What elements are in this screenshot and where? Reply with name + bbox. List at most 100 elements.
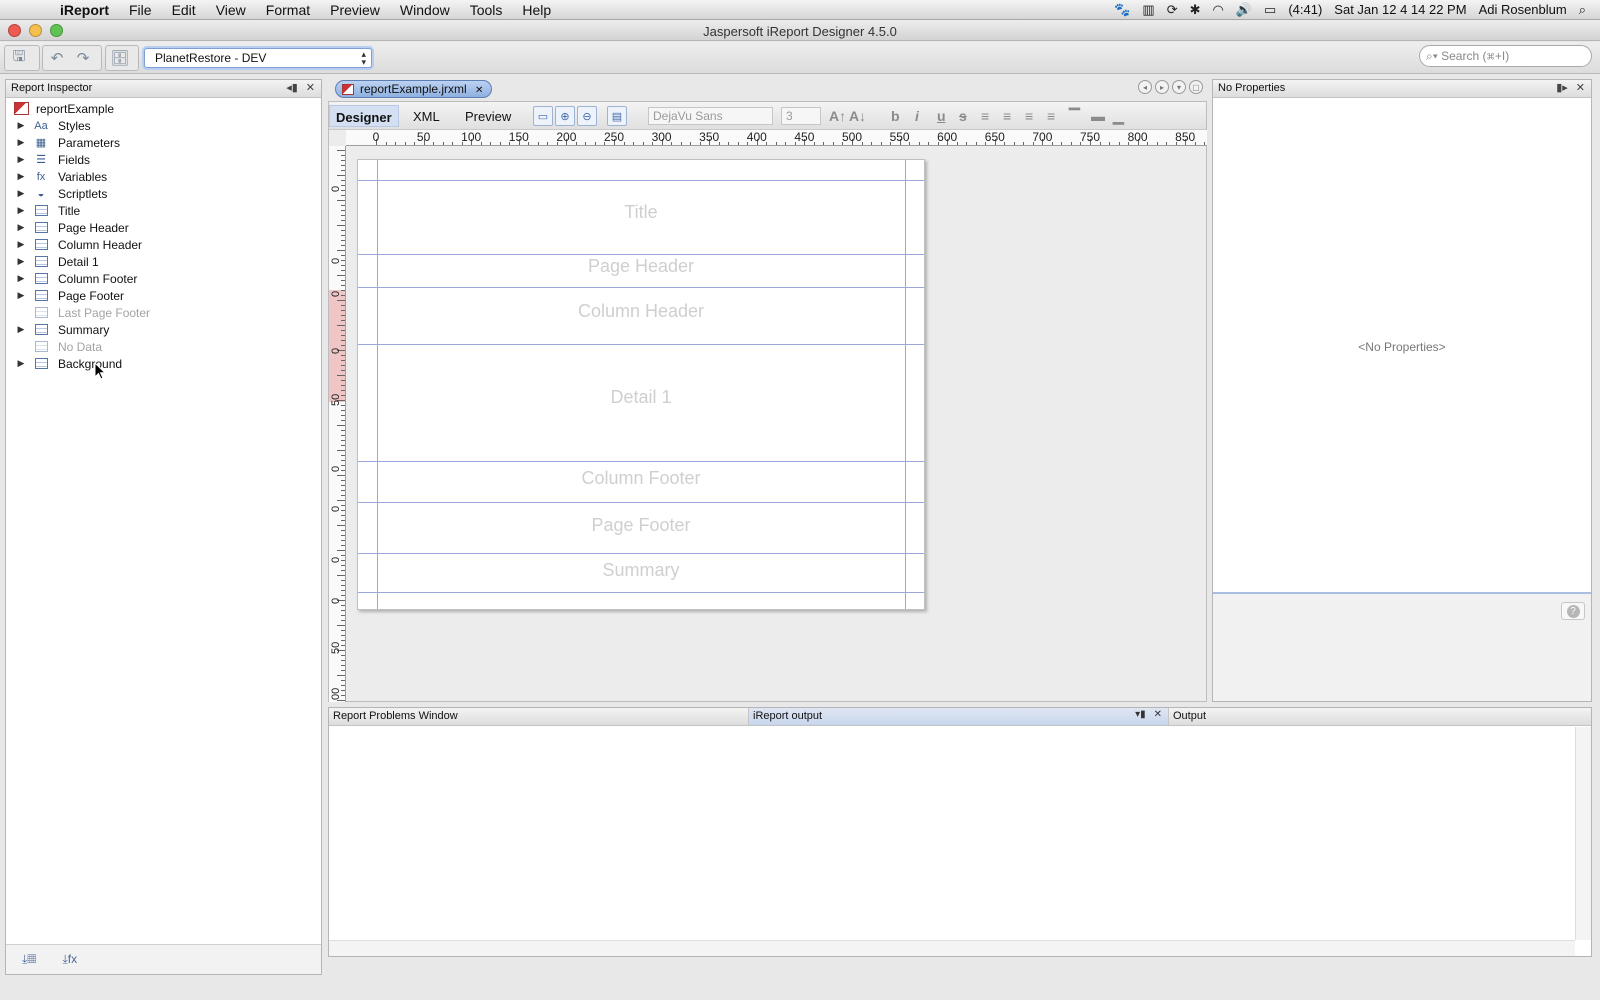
band-separator[interactable] [358,344,924,345]
spotlight-icon[interactable]: ⌕ [1579,2,1586,18]
help-button[interactable]: ? [1561,602,1585,620]
bars-icon[interactable]: ▥ [1142,2,1154,18]
expand-arrow-icon[interactable]: ▶ [14,188,28,199]
band-separator[interactable] [358,502,924,503]
bold-icon[interactable]: b [891,108,900,124]
minimize-panel-icon[interactable]: ▾▮ [1135,709,1146,720]
clock[interactable]: Sat Jan 12 4 14 22 PM [1334,2,1466,17]
align-justify-icon[interactable]: ≡ [1003,108,1011,124]
close-panel-icon[interactable]: ✕ [306,81,315,94]
menu-help[interactable]: Help [512,2,561,18]
tab-xml[interactable]: XML [407,105,446,127]
expand-arrow-icon[interactable]: ▶ [14,222,28,233]
tree-item-parameters[interactable]: ▶ ▦ Parameters [6,134,321,151]
tab-list-icon[interactable]: ▾ [1172,80,1186,94]
expand-arrow-icon[interactable]: ▶ [14,358,28,369]
italic-icon[interactable]: i [915,108,919,124]
undo-icon[interactable]: ↶ [47,48,67,68]
tree-item-summary[interactable]: ▶ Summary [6,321,321,338]
menu-ireport[interactable]: iReport [50,2,119,18]
tab-designer[interactable]: Designer [329,105,399,127]
battery-icon[interactable]: ▭ [1264,2,1276,18]
align-center-icon[interactable]: ≡ [1025,108,1033,124]
menu-preview[interactable]: Preview [320,2,390,18]
strikethrough-icon[interactable]: s [959,108,967,124]
expand-arrow-icon[interactable]: ▶ [14,137,28,148]
tab-output[interactable]: Output [1169,708,1591,725]
expand-arrow-icon[interactable]: ▶ [14,290,28,301]
report-page[interactable]: Title Page Header Column Header Detail 1 Col… [357,159,925,610]
tab-right-icon[interactable]: ▸ [1155,80,1169,94]
menu-tools[interactable]: Tools [460,2,513,18]
horizontal-scrollbar[interactable] [329,940,1575,956]
expand-arrow-icon[interactable]: ▶ [14,171,28,182]
save-all-icon[interactable]: 🖫 [9,48,29,68]
tab-left-icon[interactable]: ◂ [1138,80,1152,94]
band-separator[interactable] [358,461,924,462]
menu-view[interactable]: View [206,2,256,18]
align-bottom-icon[interactable]: ▁ [1113,108,1124,125]
band-separator[interactable] [358,287,924,288]
minimize-panel-icon[interactable]: ◂▮ [286,81,298,94]
tab-ireport-output[interactable]: iReport output ▾▮ ✕ [749,708,1169,725]
menu-format[interactable]: Format [256,2,320,18]
band-separator[interactable] [358,553,924,554]
document-tab[interactable]: reportExample.jrxml ✕ [335,80,493,98]
expand-arrow-icon[interactable]: ▶ [14,205,28,216]
paw-icon[interactable]: 🐾 [1114,2,1130,18]
expand-arrow-icon[interactable]: ▶ [14,273,28,284]
tree-item-page-footer[interactable]: ▶ Page Footer [6,287,321,304]
band-separator[interactable] [358,254,924,255]
menu-edit[interactable]: Edit [162,2,206,18]
align-right-icon[interactable]: ≡ [1047,108,1055,124]
underline-icon[interactable]: u [937,108,946,124]
band-separator[interactable] [358,180,924,181]
filter-parameters-icon[interactable]: ⤓▦ [22,952,36,967]
vertical-scrollbar[interactable] [1575,727,1591,940]
search-input[interactable]: ⌕▾ Search (⌘+I) [1419,45,1592,67]
zoom-out-icon[interactable]: ⊖ [577,106,597,126]
expand-arrow-icon[interactable]: ▶ [14,256,28,267]
user-name[interactable]: Adi Rosenblum [1479,2,1567,17]
close-tab-icon[interactable]: ✕ [475,85,483,96]
volume-icon[interactable]: 🔊 [1236,2,1252,18]
expand-arrow-icon[interactable]: ▶ [14,120,28,131]
tree-item-page-header[interactable]: ▶ Page Header [6,219,321,236]
align-top-icon[interactable]: ▔ [1069,108,1080,125]
maximize-icon[interactable]: ▢ [1189,80,1203,94]
expand-arrow-icon[interactable]: ▶ [14,239,28,250]
font-decrease-icon[interactable]: A↓ [849,108,866,124]
tree-item-column-footer[interactable]: ▶ Column Footer [6,270,321,287]
tree-item-styles[interactable]: ▶ Aa Styles [6,117,321,134]
close-panel-icon[interactable]: ✕ [1154,709,1162,720]
wifi-icon[interactable]: ◠ [1213,2,1224,18]
tree-item-no-data[interactable]: No Data [6,338,321,355]
tree-item-fields[interactable]: ▶ ☰ Fields [6,151,321,168]
font-increase-icon[interactable]: A↑ [829,108,846,124]
align-middle-icon[interactable]: ▬ [1091,108,1105,124]
sync-icon[interactable]: ⟳ [1167,2,1178,18]
font-size-select[interactable]: 3 [781,107,821,125]
paste-icon[interactable]: ▤ [607,106,627,126]
tree-item-scriptlets[interactable]: ▶ ◒ Scriptlets [6,185,321,202]
tree-root[interactable]: reportExample [6,100,321,117]
tree-item-background[interactable]: ▶ Background [6,355,321,372]
tab-preview[interactable]: Preview [459,105,517,127]
zoom-fit-icon[interactable]: ▭ [533,106,553,126]
tab-report-problems[interactable]: Report Problems Window [329,708,749,725]
band-separator[interactable] [358,592,924,593]
tree-item-column-header[interactable]: ▶ Column Header [6,236,321,253]
battery-time[interactable]: (4:41) [1288,2,1322,17]
align-left-icon[interactable]: ≡ [981,108,989,124]
tree-item-last-page-footer[interactable]: Last Page Footer [6,304,321,321]
tree-item-title[interactable]: ▶ Title [6,202,321,219]
expand-arrow-icon[interactable]: ▶ [14,324,28,335]
filter-expressions-icon[interactable]: ⤓fx [62,952,77,967]
menu-file[interactable]: File [119,2,162,18]
menu-window[interactable]: Window [390,2,460,18]
redo-icon[interactable]: ↷ [73,48,93,68]
datasource-select[interactable]: PlanetRestore - DEV ▴ ▾ [144,48,372,68]
close-panel-icon[interactable]: ✕ [1576,81,1585,94]
tree-item-variables[interactable]: ▶ fx Variables [6,168,321,185]
bluetooth-icon[interactable]: ✱ [1190,2,1201,18]
